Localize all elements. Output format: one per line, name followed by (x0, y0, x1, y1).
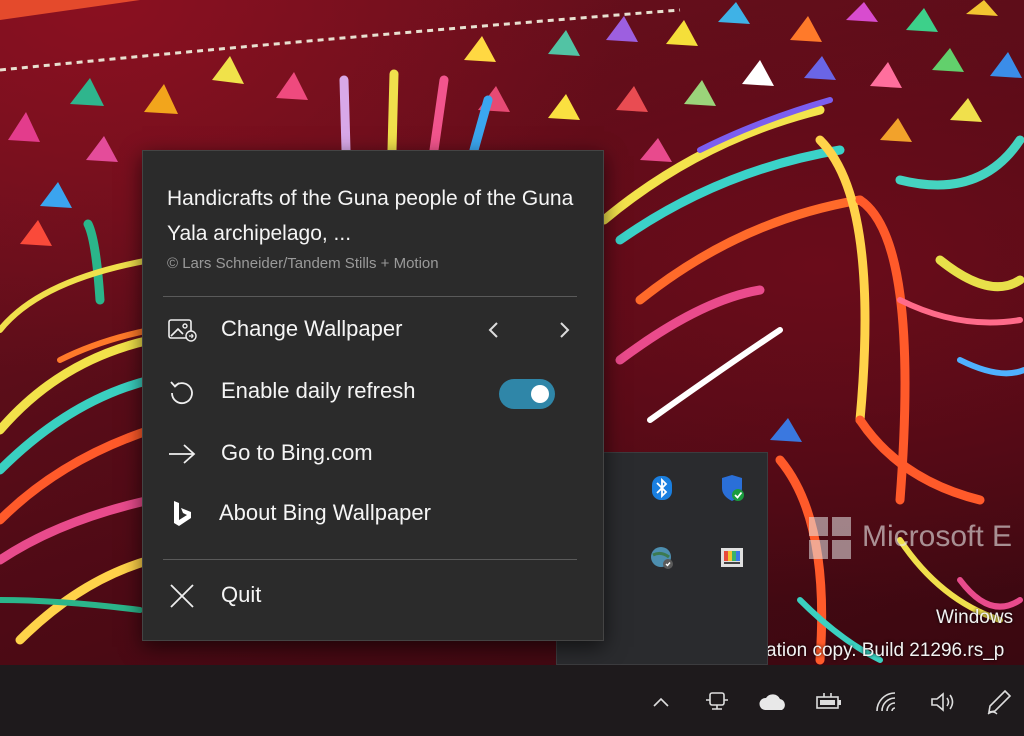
windows-security-icon[interactable] (719, 475, 745, 501)
toggle-knob (531, 385, 549, 403)
wifi-icon[interactable] (872, 687, 902, 717)
battery-icon[interactable] (814, 687, 844, 717)
network-globe-icon[interactable] (649, 545, 675, 571)
meet-now-icon[interactable] (702, 687, 732, 717)
quit-label: Quit (221, 582, 262, 607)
chevron-right-icon (560, 322, 570, 338)
close-icon (165, 581, 199, 611)
pen-icon[interactable] (984, 687, 1014, 717)
chevron-left-icon (488, 322, 498, 338)
watermark-brand-text: Microsoft E (862, 520, 1013, 553)
bing-wallpaper-menu: Handicrafts of the Guna people of the Gu… (142, 150, 604, 641)
image-change-icon (165, 315, 199, 345)
bing-logo-icon (165, 499, 199, 529)
onedrive-cloud-icon[interactable] (758, 687, 788, 717)
next-wallpaper-button[interactable] (551, 315, 577, 345)
change-wallpaper-item[interactable]: Change Wallpaper (143, 301, 603, 359)
bluetooth-icon[interactable] (649, 475, 675, 501)
refresh-icon (165, 377, 199, 407)
taskbar (0, 665, 1024, 736)
volume-icon[interactable] (928, 687, 958, 717)
microsoft-watermark-logo (809, 517, 851, 559)
quit-item[interactable]: Quit (143, 567, 603, 625)
color-app-icon[interactable] (719, 545, 745, 571)
arrow-right-icon (165, 439, 199, 469)
about-label: About Bing Wallpaper (219, 500, 431, 525)
about-item[interactable]: About Bing Wallpaper (143, 485, 603, 543)
go-to-bing-item[interactable]: Go to Bing.com (143, 425, 603, 483)
daily-refresh-item[interactable]: Enable daily refresh (143, 363, 603, 421)
chevron-up-icon[interactable] (646, 687, 676, 717)
daily-refresh-label: Enable daily refresh (221, 378, 416, 403)
go-to-bing-label: Go to Bing.com (221, 440, 373, 465)
wallpaper-title[interactable]: Handicrafts of the Guna people of the Gu… (167, 181, 577, 251)
menu-divider-bottom (163, 559, 577, 560)
menu-divider (163, 296, 577, 297)
wallpaper-credit: © Lars Schneider/Tandem Stills + Motion (167, 255, 439, 272)
watermark-windows-text: Windows (936, 607, 1014, 628)
previous-wallpaper-button[interactable] (481, 315, 507, 345)
watermark-build-text: ation copy. Build 21296.rs_p (766, 640, 1005, 661)
change-wallpaper-label: Change Wallpaper (221, 316, 403, 341)
daily-refresh-toggle[interactable] (499, 379, 555, 409)
